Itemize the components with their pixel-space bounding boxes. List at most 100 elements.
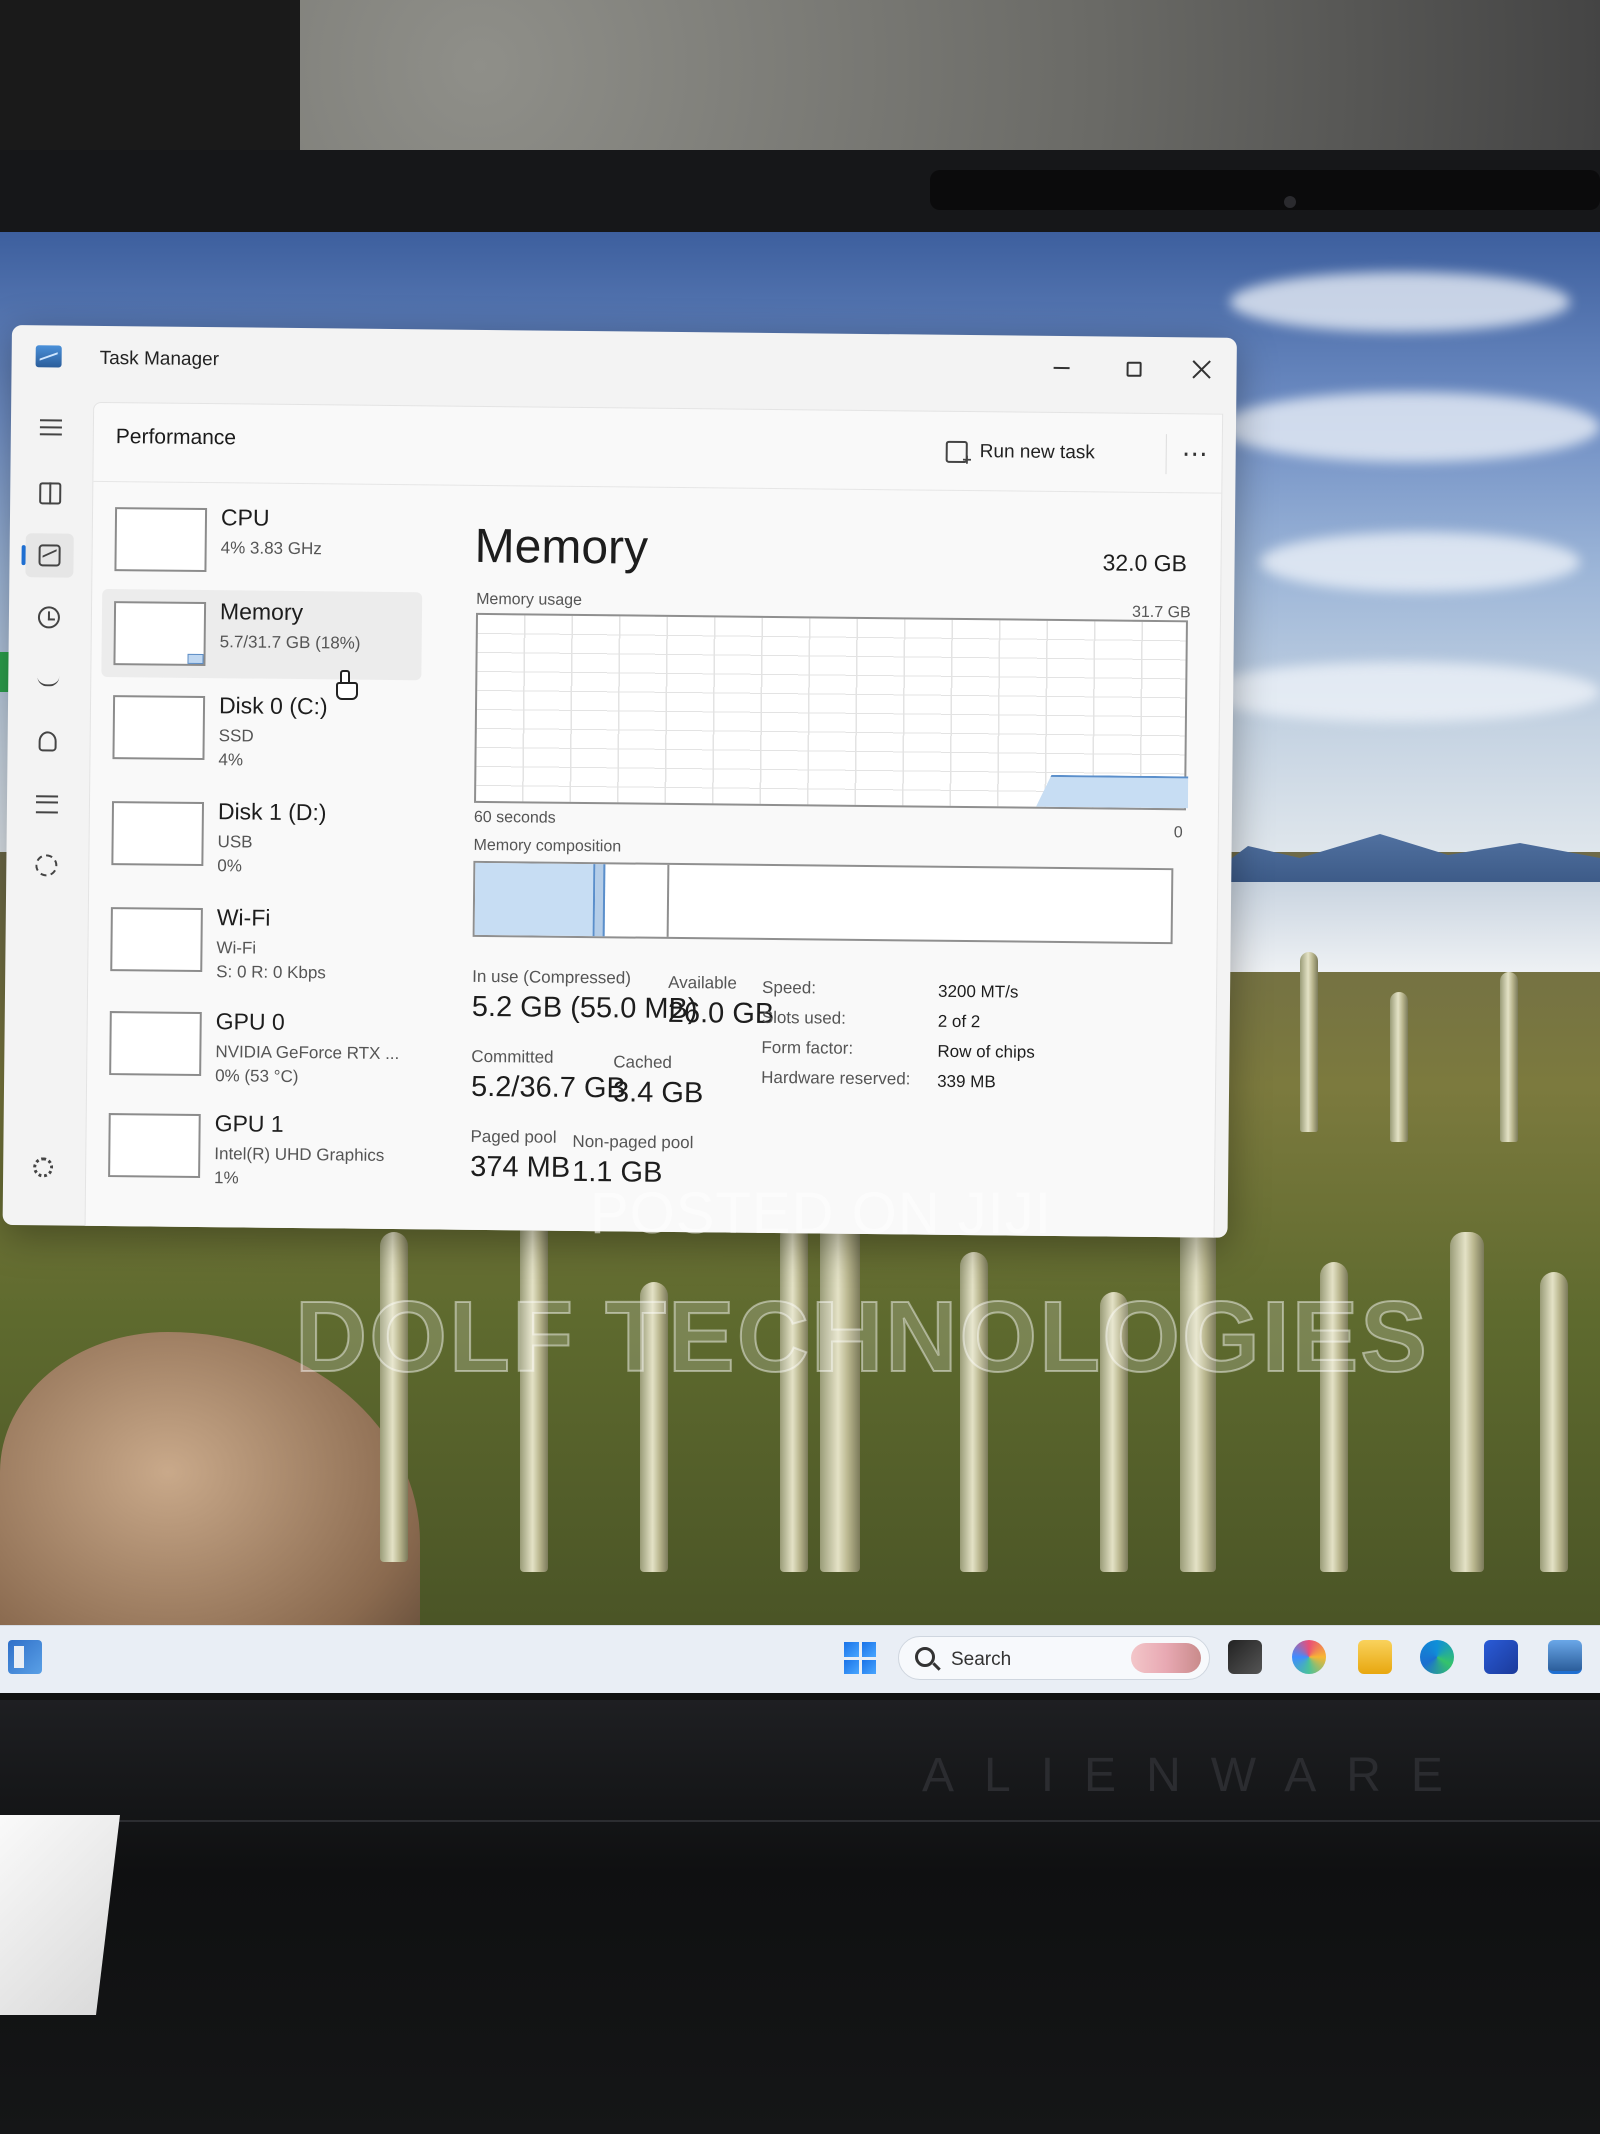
wallpaper-cactus — [1300, 952, 1318, 1132]
minimize-button[interactable] — [1031, 348, 1091, 389]
memory-usage-graph-area — [1036, 775, 1188, 809]
page-title: Performance — [115, 425, 237, 450]
search-highlight-image — [1131, 1643, 1201, 1673]
nav-users[interactable] — [23, 719, 71, 764]
spec-key: Form factor: — [761, 1037, 854, 1058]
task-manager-app-icon — [35, 345, 62, 368]
widgets-icon[interactable] — [8, 1640, 42, 1674]
in-use-value: 5.2 GB (55.0 MB) — [471, 990, 698, 1026]
performance-page: Performance Run new task ⋯ CPU 4% 3.83 G… — [84, 401, 1224, 1238]
close-button[interactable] — [1171, 349, 1231, 390]
cached-label: Cached — [613, 1052, 673, 1072]
available-value: 26.0 GB — [667, 996, 775, 1031]
taskbar: Search — [0, 1625, 1600, 1693]
memory-mini-graph-fill — [187, 653, 204, 665]
memory-mini-graph — [113, 601, 207, 667]
windows-logo-pane — [861, 1659, 876, 1674]
memory-composition-label: Memory composition — [473, 836, 622, 856]
windows-logo-pane — [844, 1642, 859, 1657]
resource-detail: 5.7/31.7 GB (18%) — [219, 632, 361, 653]
services-icon — [35, 854, 58, 877]
taskbar-search-box[interactable]: Search — [898, 1636, 1210, 1680]
nav-startup-apps[interactable] — [24, 657, 72, 702]
nav-processes[interactable] — [26, 471, 74, 516]
memory-usage-graph — [474, 612, 1188, 811]
toolbar-divider — [1165, 434, 1167, 475]
resource-name: Disk 1 (D:) — [217, 798, 327, 826]
background-shadow — [0, 0, 300, 160]
task-manager-taskbar-icon[interactable] — [1548, 1640, 1582, 1674]
resource-gpu-0[interactable]: GPU 0 NVIDIA GeForce RTX ... 0% (53 °C) — [97, 999, 418, 1090]
microsoft-store-icon[interactable] — [1484, 1640, 1518, 1674]
wallpaper-cloud — [1220, 392, 1600, 462]
in-use-label: In use (Compressed) — [472, 966, 632, 988]
spec-value: 2 of 2 — [937, 1011, 981, 1032]
task-manager-window: Task Manager Performance Run new task ⋯ … — [2, 325, 1237, 1238]
more-options-button[interactable]: ⋯ — [1182, 438, 1209, 469]
resource-disk-1[interactable]: Disk 1 (D:) USB 0% — [99, 789, 420, 880]
resource-name: Wi-Fi — [216, 904, 271, 931]
wallpaper-cactus — [1540, 1272, 1568, 1572]
brand-logo-text: ALIENWARE — [922, 1749, 1473, 1802]
composition-standby — [604, 864, 670, 937]
resource-memory[interactable]: Memory 5.7/31.7 GB (18%) — [101, 588, 423, 681]
resource-cpu[interactable]: CPU 4% 3.83 GHz — [102, 495, 423, 586]
resource-disk-0[interactable]: Disk 0 (C:) SSD 4% — [100, 683, 421, 774]
cached-value: 3.4 GB — [612, 1076, 704, 1110]
memory-usage-label: Memory usage — [476, 590, 583, 609]
hamburger-menu-icon — [39, 419, 63, 436]
header-divider — [93, 480, 1222, 494]
graph-time-span: 60 seconds — [473, 808, 556, 827]
maximize-button[interactable] — [1103, 348, 1163, 389]
nav-performance[interactable] — [25, 533, 74, 578]
gpu1-mini-graph — [108, 1113, 201, 1179]
nav-settings[interactable] — [19, 1145, 67, 1190]
gpu0-mini-graph — [109, 1011, 202, 1077]
laptop-hinge-line — [0, 1820, 1600, 1822]
run-new-task-button[interactable]: Run new task — [945, 434, 1095, 472]
edge-browser-icon[interactable] — [1420, 1640, 1454, 1674]
navigation-rail — [3, 385, 92, 1226]
copilot-icon[interactable] — [1292, 1640, 1326, 1674]
nav-menu-toggle[interactable] — [27, 405, 75, 450]
watermark-posted: POSTED ON JIJI — [590, 1181, 1052, 1246]
committed-value: 5.2/36.7 GB — [470, 1070, 626, 1105]
run-new-task-icon — [945, 440, 968, 464]
start-button[interactable] — [844, 1642, 876, 1674]
wallpaper-cloud — [1200, 662, 1600, 722]
search-icon — [915, 1647, 935, 1667]
cpu-mini-graph — [114, 507, 208, 573]
performance-icon — [38, 544, 61, 567]
title-bar[interactable]: Task Manager — [11, 325, 1237, 398]
disk0-mini-graph — [112, 695, 206, 761]
wallpaper-cactus — [1450, 1232, 1484, 1572]
spec-value: 339 MB — [937, 1071, 996, 1092]
nav-services[interactable] — [22, 843, 70, 888]
resource-detail: 4% — [218, 750, 244, 770]
graph-min-value: 0 — [1173, 824, 1183, 842]
webcam-notch — [930, 170, 1600, 210]
resource-detail: SSD — [218, 726, 254, 746]
memory-heading: Memory — [474, 519, 649, 575]
disk1-mini-graph — [111, 801, 205, 867]
committed-label: Committed — [471, 1046, 554, 1067]
task-view-icon[interactable] — [1228, 1640, 1262, 1674]
resource-wifi[interactable]: Wi-Fi Wi-Fi S: 0 R: 0 Kbps — [98, 895, 419, 986]
resource-detail: S: 0 R: 0 Kbps — [216, 962, 326, 983]
resource-detail: NVIDIA GeForce RTX ... — [215, 1042, 400, 1064]
wallpaper-cloud — [1260, 532, 1580, 592]
wallpaper-cactus — [780, 1222, 808, 1572]
nav-app-history[interactable] — [25, 595, 73, 640]
available-label: Available — [668, 972, 737, 993]
spec-value: 3200 MT/s — [937, 981, 1019, 1002]
users-icon — [38, 731, 57, 752]
resource-gpu-1[interactable]: GPU 1 Intel(R) UHD Graphics 1% — [96, 1101, 417, 1192]
file-explorer-icon[interactable] — [1358, 1640, 1392, 1674]
resource-detail: USB — [217, 832, 253, 852]
watermark-seller: DOLF TECHNOLOGIES — [294, 1280, 1429, 1394]
paged-pool-label: Paged pool — [470, 1126, 557, 1147]
nav-details[interactable] — [23, 781, 71, 826]
memory-composition-bar — [472, 860, 1174, 945]
minimize-icon — [1053, 366, 1070, 370]
resource-name: CPU — [220, 504, 270, 531]
